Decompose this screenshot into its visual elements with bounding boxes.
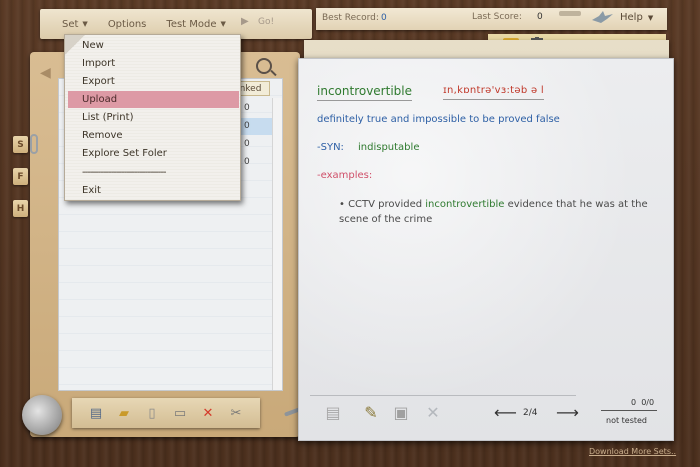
mini-scroll-handle[interactable] (559, 11, 581, 16)
menu-set[interactable]: Set ▼ (62, 19, 88, 30)
rank-cell[interactable]: 0 (244, 103, 250, 113)
menu-options-label: Options (107, 18, 147, 30)
menu-item-import[interactable]: Import (68, 55, 239, 72)
rank-cell[interactable]: 0 (244, 121, 250, 131)
rank-cell[interactable]: 0 (244, 139, 250, 149)
list-scrollbar[interactable] (272, 98, 282, 390)
pencil-icon[interactable]: ✎ (360, 402, 382, 422)
menu-item-remove[interactable]: Remove (68, 127, 239, 144)
go-button[interactable]: Go! (258, 17, 274, 27)
document-icon[interactable]: ▯ (143, 405, 161, 421)
set-dropdown-menu: New Import Export Upload List (Print) Re… (64, 34, 241, 201)
menu-item-exit[interactable]: Exit (68, 182, 239, 199)
notebook-icon[interactable]: ▤ (322, 402, 344, 422)
chevron-down-icon: ▼ (647, 13, 654, 22)
coin-icon (22, 395, 62, 435)
card-score: 0 0/0 (631, 398, 654, 407)
set-toolbar: ▤ ▰ ▯ ▭ ✕ ✂ (72, 398, 260, 428)
last-score-value: 0 (537, 12, 543, 22)
play-icon[interactable]: ▶ (241, 16, 249, 27)
card-score-a: 0 (631, 398, 637, 407)
search-icon[interactable] (256, 58, 272, 74)
open-folder-icon[interactable]: ▰ (115, 405, 133, 421)
card-word: incontrovertible (317, 84, 412, 101)
paper-clip-icon (30, 134, 38, 154)
menu-item-export[interactable]: Export (68, 73, 239, 90)
examples-label: -examples: (317, 170, 373, 181)
menubar: Set ▼ Options Test Mode ▼ (62, 14, 246, 34)
tab-f[interactable]: F (13, 168, 28, 185)
bird-icon (592, 11, 613, 23)
best-record-label: Best Record: (322, 13, 379, 23)
rank-cell[interactable]: 0 (244, 157, 250, 167)
last-score-label: Last Score: (472, 12, 522, 22)
example-text: • CCTV provided (339, 199, 426, 210)
menu-set-label: Set (62, 18, 79, 30)
prev-arrow-icon[interactable]: ⟵ (494, 403, 517, 422)
example-sentence: • CCTV provided incontrovertible evidenc… (339, 197, 649, 227)
next-arrow-icon[interactable]: ⟶ (556, 403, 579, 422)
scissors-icon[interactable]: ✂ (227, 405, 245, 421)
menu-options[interactable]: Options (108, 19, 147, 30)
example-highlight: incontrovertible (425, 199, 505, 210)
synonym-value: indisputable (358, 142, 420, 153)
tab-h[interactable]: H (13, 200, 28, 217)
menu-separator: -------------------------------- (82, 167, 166, 178)
card-definition: definitely true and impossible to be pro… (317, 114, 560, 125)
menu-item-new[interactable]: New (68, 37, 239, 54)
delete-card-icon[interactable]: ✕ (422, 402, 444, 422)
menu-item-upload[interactable]: Upload (68, 91, 239, 108)
delete-icon[interactable]: ✕ (199, 405, 217, 421)
save-icon[interactable]: ▣ (390, 402, 412, 422)
help-menu[interactable]: Help ▼ (620, 12, 653, 23)
menu-test-mode-label: Test Mode (166, 18, 217, 30)
best-record-value: 0 (381, 13, 387, 23)
card-toolbar-divider (310, 395, 576, 396)
help-label: Help (620, 12, 643, 23)
chevron-down-icon: ▼ (220, 20, 226, 28)
menu-item-explore-set-folder[interactable]: Explore Set Foler (68, 145, 239, 162)
print-icon[interactable]: ▤ (87, 405, 105, 421)
download-more-sets-link[interactable]: Download More Sets.. (589, 447, 676, 456)
page-indicator: 2/4 (523, 408, 538, 418)
card-phonetic: ɪn,kɒntrə'vɜ:təb ə l (443, 85, 544, 100)
tab-s[interactable]: S (13, 136, 28, 153)
book-icon[interactable]: ▭ (171, 405, 189, 421)
back-arrow-icon[interactable]: ◀ (40, 65, 51, 81)
menu-item-list-print[interactable]: List (Print) (68, 109, 239, 126)
card-score-b: 0/0 (641, 398, 655, 407)
test-status: not tested (606, 416, 648, 425)
score-divider (601, 410, 657, 411)
menu-test-mode[interactable]: Test Mode ▼ (166, 19, 226, 30)
synonym-label: -SYN: (317, 142, 344, 153)
chevron-down-icon: ▼ (82, 20, 88, 28)
